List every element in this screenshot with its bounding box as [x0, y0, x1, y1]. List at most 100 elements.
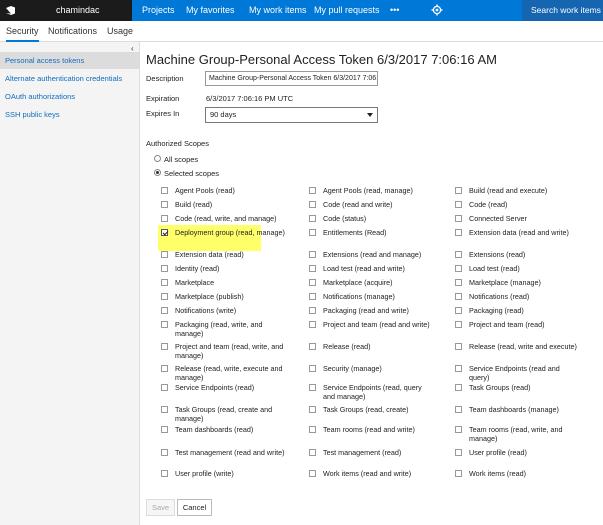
all-scopes-radio[interactable]	[154, 155, 161, 162]
scope-label: Deployment group (read, manage)	[175, 228, 285, 237]
sidebar-item-personal-access-tokens[interactable]: Personal access tokens	[0, 52, 139, 69]
cancel-button[interactable]: Cancel	[177, 499, 212, 516]
scope-checkbox[interactable]	[161, 187, 168, 194]
scope-checkbox[interactable]	[455, 229, 462, 236]
scope-checkbox[interactable]	[455, 279, 462, 286]
scope-checkbox[interactable]	[455, 470, 462, 477]
scope-checkbox[interactable]	[309, 470, 316, 477]
scope-checkbox[interactable]	[309, 384, 316, 391]
scope-checkbox[interactable]	[309, 365, 316, 372]
scope-label: Marketplace	[175, 278, 215, 287]
scope-checkbox[interactable]	[455, 406, 462, 413]
gear-icon[interactable]	[431, 4, 443, 16]
scope-checkbox[interactable]	[161, 251, 168, 258]
scope-checkbox[interactable]	[309, 279, 316, 286]
tab-notifications[interactable]: Notifications	[48, 21, 97, 42]
scope-checkbox[interactable]	[161, 449, 168, 456]
save-button[interactable]: Save	[146, 499, 175, 516]
scope-label: Build (read)	[175, 200, 213, 209]
scope-checkbox[interactable]	[455, 449, 462, 456]
scope-checkbox[interactable]	[309, 426, 316, 433]
scope-checkbox[interactable]	[161, 215, 168, 222]
scope-checkbox[interactable]	[161, 384, 168, 391]
scope-checkbox[interactable]	[309, 265, 316, 272]
scope-label: Work items (read)	[469, 469, 526, 478]
scope-checkbox[interactable]	[161, 307, 168, 314]
scope-label: Build (read and execute)	[469, 186, 548, 195]
scope-checkbox[interactable]	[455, 201, 462, 208]
scope-checkbox[interactable]	[161, 321, 168, 328]
scope-label: Task Groups (read, create and manage)	[175, 405, 273, 423]
sidebar-item-alternate-credentials[interactable]: Alternate authentication credentials	[0, 70, 139, 87]
scope-label: Marketplace (publish)	[175, 292, 244, 301]
search-work-items-box[interactable]: Search work items	[522, 0, 603, 21]
scope-checkbox[interactable]	[455, 365, 462, 372]
expires-in-label: Expires In	[146, 109, 180, 118]
scope-checkbox[interactable]	[455, 384, 462, 391]
scope-checkbox[interactable]	[455, 215, 462, 222]
account-name[interactable]: chamindac	[20, 0, 132, 21]
scope-checkbox[interactable]	[161, 406, 168, 413]
scope-checkbox[interactable]	[161, 426, 168, 433]
scope-label: Team rooms (read, write, and manage)	[469, 425, 563, 443]
scope-checkbox[interactable]	[455, 265, 462, 272]
scope-checkbox[interactable]	[455, 426, 462, 433]
scope-checkbox[interactable]	[161, 343, 168, 350]
sidebar-item-oauth[interactable]: OAuth authorizations	[0, 88, 139, 105]
scope-label: Identity (read)	[175, 264, 220, 273]
expires-in-select[interactable]: 90 days	[205, 107, 378, 123]
scope-checkbox[interactable]	[455, 343, 462, 350]
vsts-logo-icon[interactable]	[0, 0, 20, 21]
scope-checkbox[interactable]	[161, 229, 168, 236]
scope-checkbox[interactable]	[309, 293, 316, 300]
scope-checkbox[interactable]	[309, 343, 316, 350]
scope-checkbox[interactable]	[309, 229, 316, 236]
scope-label: Load test (read and write)	[323, 264, 405, 273]
scope-checkbox[interactable]	[455, 321, 462, 328]
sidebar-item-ssh-keys[interactable]: SSH public keys	[0, 106, 139, 123]
nav-projects[interactable]: Projects	[142, 0, 175, 21]
scope-checkbox[interactable]	[455, 251, 462, 258]
scope-label: Release (read, write, execute and manage…	[175, 364, 283, 382]
scope-checkbox[interactable]	[309, 321, 316, 328]
scope-label: Project and team (read and write)	[323, 320, 430, 329]
tab-security[interactable]: Security	[6, 21, 39, 42]
scope-checkbox[interactable]	[161, 365, 168, 372]
scope-label: Project and team (read, write, and manag…	[175, 342, 284, 360]
description-input[interactable]: Machine Group-Personal Access Token 6/3/…	[205, 71, 378, 86]
scope-checkbox[interactable]	[161, 279, 168, 286]
tab-usage[interactable]: Usage	[107, 21, 133, 42]
scope-checkbox[interactable]	[455, 187, 462, 194]
scope-label: Code (read and write)	[323, 200, 393, 209]
scope-checkbox[interactable]	[309, 187, 316, 194]
scope-checkbox[interactable]	[455, 293, 462, 300]
scope-checkbox[interactable]	[309, 201, 316, 208]
expiration-label: Expiration	[146, 94, 180, 103]
nav-more-button[interactable]: •••	[390, 0, 399, 21]
scope-label: Security (manage)	[323, 364, 382, 373]
scope-checkbox[interactable]	[161, 201, 168, 208]
scope-label: Code (read)	[469, 200, 508, 209]
scope-label: Service Endpoints (read, query and manag…	[323, 383, 422, 401]
scope-checkbox[interactable]	[455, 307, 462, 314]
scope-checkbox[interactable]	[161, 470, 168, 477]
nav-my-pull-requests[interactable]: My pull requests	[314, 0, 380, 21]
nav-my-favorites[interactable]: My favorites	[186, 0, 235, 21]
scope-checkbox[interactable]	[161, 293, 168, 300]
scope-label: Packaging (read and write)	[323, 306, 409, 315]
scope-checkbox[interactable]	[309, 215, 316, 222]
scope-checkbox[interactable]	[309, 307, 316, 314]
scope-checkbox[interactable]	[309, 449, 316, 456]
scope-label: Notifications (write)	[175, 306, 237, 315]
scope-label: Test management (read)	[323, 448, 402, 457]
page-title: Machine Group-Personal Access Token 6/3/…	[146, 52, 497, 67]
selected-scopes-radio[interactable]	[154, 169, 161, 176]
scope-checkbox[interactable]	[309, 406, 316, 413]
scope-label: Packaging (read, write, and manage)	[175, 320, 263, 338]
scope-label: Notifications (read)	[469, 292, 530, 301]
scope-label: Project and team (read)	[469, 320, 545, 329]
scope-checkbox[interactable]	[161, 265, 168, 272]
expiration-value: 6/3/2017 7:06:16 PM UTC	[206, 94, 294, 103]
scope-checkbox[interactable]	[309, 251, 316, 258]
nav-my-work-items[interactable]: My work items	[249, 0, 307, 21]
